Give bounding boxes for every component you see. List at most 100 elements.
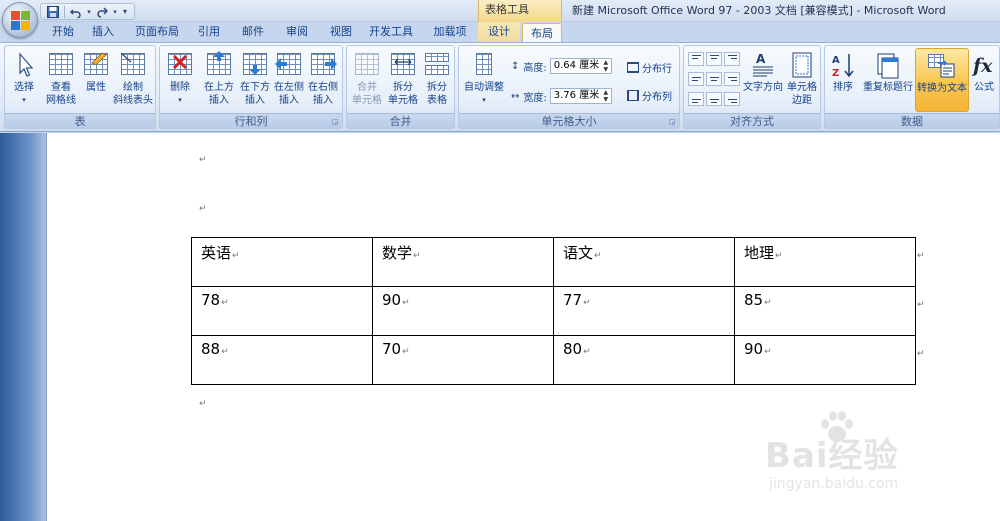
sort-az-icon: AZ	[829, 51, 857, 79]
svg-text:A: A	[832, 55, 840, 66]
group-label-table: 表	[5, 113, 155, 128]
table-cell[interactable]: 语文↵	[553, 237, 735, 287]
align-top-left-icon[interactable]	[688, 52, 704, 66]
text-direction-button[interactable]: A 文字方向	[742, 48, 784, 112]
undo-icon[interactable]	[68, 5, 84, 19]
tab-insert[interactable]: 插入	[86, 22, 120, 42]
delete-label: 删除	[170, 82, 190, 93]
table-cell[interactable]: 70↵	[372, 335, 554, 385]
table-cell[interactable]: 78↵	[191, 286, 373, 336]
tab-view[interactable]: 视图	[324, 22, 358, 42]
cell-mark: ↵	[232, 251, 240, 261]
table-cell[interactable]: 90↵	[372, 286, 554, 336]
watermark-url: jingyan.baidu.com	[769, 476, 899, 492]
repeat-header-rows-button[interactable]: 重复标题行	[861, 48, 915, 112]
insert-left-button[interactable]: 在左侧 插入	[272, 48, 306, 112]
split-cells-button[interactable]: 拆分 单元格	[385, 48, 421, 112]
customize-qat-icon[interactable]: ▾	[120, 5, 130, 19]
rows-dialog-launcher-icon[interactable]: ◲	[332, 118, 340, 126]
diag-label-1: 绘制	[123, 82, 143, 93]
table-cell[interactable]: 数学↵	[372, 237, 554, 287]
delete-table-icon	[166, 51, 194, 79]
insert-below-button[interactable]: 在下方 插入	[238, 48, 272, 112]
tab-addins[interactable]: 加载项	[426, 22, 474, 42]
paragraph-mark: ↵	[199, 399, 207, 409]
tab-mailings[interactable]: 邮件	[236, 22, 270, 42]
cell-value: 85	[744, 291, 764, 309]
split-table-icon	[423, 51, 451, 79]
table-cell[interactable]: 88↵	[191, 335, 373, 385]
distribute-cols-button[interactable]: 分布列	[627, 88, 672, 103]
align-middle-left-icon[interactable]	[688, 72, 704, 86]
tab-page-layout[interactable]: 页面布局	[130, 22, 184, 42]
convert-to-text-button[interactable]: 转换为文本	[915, 48, 969, 112]
redo-dropdown-icon[interactable]: ▾	[112, 5, 118, 19]
row-height-input[interactable]: 0.64 厘米 ▲ ▼	[549, 58, 612, 74]
row-height-spinner-icon[interactable]: ▲ ▼	[602, 59, 610, 73]
formula-button[interactable]: fx 公式	[971, 48, 997, 112]
table-properties-icon	[82, 51, 110, 79]
tab-design[interactable]: 设计	[478, 22, 520, 42]
delete-button[interactable]: 删除 ▾	[164, 48, 196, 112]
merge-cells-button[interactable]: 合并 单元格	[349, 48, 385, 112]
table-cell[interactable]: 80↵	[553, 335, 735, 385]
align-middle-right-icon[interactable]	[724, 72, 740, 86]
distribute-rows-button[interactable]: 分布行	[627, 60, 672, 75]
title-bar: ▾ ▾ ▾ 表格工具 新建 Microsoft Office Word 97 -…	[0, 0, 1000, 22]
align-bottom-right-icon[interactable]	[724, 92, 740, 106]
distribute-cols-icon	[627, 90, 639, 101]
table-cell[interactable]: 85↵	[734, 286, 916, 336]
right-label-1: 在右侧	[308, 82, 338, 93]
insert-above-button[interactable]: 在上方 插入	[202, 48, 236, 112]
cell-mark: ↵	[764, 298, 772, 308]
split-cells-icon	[389, 51, 417, 79]
split-table-button[interactable]: 拆分 表格	[421, 48, 453, 112]
sort-button[interactable]: AZ 排序	[829, 48, 857, 112]
gridlines-icon	[47, 51, 75, 79]
tab-layout[interactable]: 布局	[522, 23, 562, 43]
align-middle-center-icon[interactable]	[706, 72, 722, 86]
row-end-mark: ↵	[917, 251, 925, 261]
draw-diagonal-header-button[interactable]: 绘制 斜线表头	[111, 48, 155, 112]
office-logo-icon	[11, 11, 31, 31]
tab-references[interactable]: 引用	[192, 22, 226, 42]
cell-margins-button[interactable]: 单元格 边距	[784, 48, 820, 112]
table-cell[interactable]: 地理↵	[734, 237, 916, 287]
svg-text:A: A	[756, 52, 766, 66]
align-bottom-center-icon[interactable]	[706, 92, 722, 106]
score-table[interactable]: 英语↵ 数学↵ 语文↵ 地理↵ 78↵ 90↵ 77↵ 85↵ 88↵ 70↵ …	[191, 237, 916, 385]
diag-label-2: 斜线表头	[113, 95, 153, 106]
select-button[interactable]: 选择 ▾	[7, 48, 41, 112]
repeat-header-label: 重复标题行	[863, 82, 913, 93]
view-gridlines-button[interactable]: 查看 网格线	[43, 48, 79, 112]
splittable-label-1: 拆分	[427, 82, 447, 93]
save-icon[interactable]	[45, 5, 61, 19]
paragraph-mark: ↵	[199, 204, 207, 214]
tab-home[interactable]: 开始	[46, 22, 80, 42]
tab-review[interactable]: 审阅	[280, 22, 314, 42]
table-cell[interactable]: 77↵	[553, 286, 735, 336]
below-label-1: 在下方	[240, 82, 270, 93]
above-label-2: 插入	[209, 95, 229, 106]
watermark-text: Bai经验	[765, 436, 899, 476]
distribute-rows-label: 分布行	[642, 64, 672, 75]
tab-developer[interactable]: 开发工具	[364, 22, 418, 42]
table-cell[interactable]: 英语↵	[191, 237, 373, 287]
header-chinese: 语文	[563, 244, 594, 262]
cellsize-dialog-launcher-icon[interactable]: ◲	[669, 118, 677, 126]
insert-right-button[interactable]: 在右侧 插入	[306, 48, 340, 112]
undo-dropdown-icon[interactable]: ▾	[86, 5, 92, 19]
col-width-control: ↔ 宽度: 3.76 厘米 ▲ ▼	[511, 88, 612, 104]
align-top-center-icon[interactable]	[706, 52, 722, 66]
align-top-right-icon[interactable]	[724, 52, 740, 66]
redo-icon[interactable]	[94, 5, 110, 19]
autofit-button[interactable]: 自动调整 ▾	[461, 48, 507, 112]
properties-button[interactable]: 属性	[81, 48, 111, 112]
window-title: 新建 Microsoft Office Word 97 - 2003 文档 [兼…	[572, 4, 946, 17]
col-width-input[interactable]: 3.76 厘米 ▲ ▼	[549, 88, 612, 104]
table-cell[interactable]: 90↵	[734, 335, 916, 385]
col-width-spinner-icon[interactable]: ▲ ▼	[602, 89, 610, 103]
office-button[interactable]	[2, 2, 38, 38]
context-tool-label: 表格工具	[478, 0, 562, 22]
align-bottom-left-icon[interactable]	[688, 92, 704, 106]
